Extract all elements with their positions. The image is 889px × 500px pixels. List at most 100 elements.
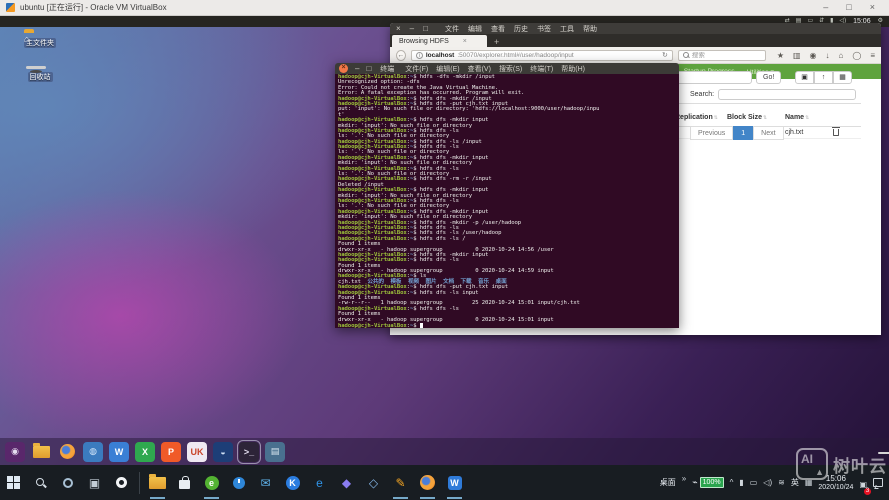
network-icon[interactable]: ≋ [778, 478, 785, 487]
terminal-menu-3[interactable]: 搜索(S) [499, 64, 522, 74]
mail-button[interactable]: ✉ [252, 465, 279, 500]
maximize-icon[interactable]: □ [423, 25, 428, 33]
clock-app-button[interactable] [225, 465, 252, 500]
desktop-toolbar[interactable]: 桌面 [660, 477, 676, 488]
virtualbox-title: ubuntu [正在运行] - Oracle VM VirtualBox [20, 2, 167, 13]
notification-icon[interactable]: ▣ 3 [859, 474, 867, 492]
start-button[interactable] [0, 465, 27, 500]
search-input[interactable] [692, 52, 752, 59]
close-icon[interactable]: × [396, 25, 401, 33]
maximize-icon[interactable]: □ [366, 65, 371, 73]
ime-indicator[interactable]: 英 [791, 477, 799, 488]
url-bar[interactable]: i localhost :50070/explorer.html#/user/h… [411, 50, 673, 61]
wps-presentation-icon[interactable]: P [161, 442, 181, 462]
repair-tool-button[interactable]: ✎ [387, 465, 414, 500]
new-folder-button[interactable]: ▣ [795, 71, 814, 84]
browser-menu-0[interactable]: 文件 [445, 24, 459, 34]
back-button[interactable]: ← [396, 50, 406, 61]
home-icon[interactable]: ⌂ [839, 51, 844, 60]
delete-file-icon[interactable] [833, 129, 839, 136]
firefox-button[interactable] [414, 465, 441, 500]
app-store-icon[interactable]: UK [187, 442, 207, 462]
upload-file-button[interactable]: ↑ [814, 71, 833, 84]
close-button[interactable]: × [870, 3, 875, 12]
account-icon[interactable]: ◯ [852, 51, 861, 60]
minimize-icon[interactable]: – [355, 65, 359, 73]
firefox-icon[interactable] [57, 442, 77, 462]
notification-badge: 3 [864, 488, 871, 495]
cortana-button[interactable] [54, 465, 81, 500]
browser-menu-1[interactable]: 编辑 [468, 24, 482, 34]
column-header-block-size[interactable]: Block Size⇅ [727, 106, 785, 124]
pagination-next[interactable]: Next [753, 126, 783, 140]
files-icon[interactable] [31, 442, 51, 462]
file-link[interactable]: cjh.txt [785, 129, 833, 136]
terminal-line: hadoop@cjh-VirtualBox:~$ [338, 323, 676, 328]
desktop-icon-trash[interactable]: 回收站 [12, 66, 68, 84]
terminal-menu-1[interactable]: 编辑(E) [436, 64, 459, 74]
minimize-button[interactable]: – [823, 3, 828, 12]
browser-menu-6[interactable]: 帮助 [583, 24, 597, 34]
grid-view-button[interactable]: ▦ [833, 71, 852, 84]
microsoft-store-button[interactable] [171, 465, 198, 500]
kuaiya-button[interactable]: K [279, 465, 306, 500]
action-center-icon[interactable] [873, 478, 883, 487]
terminal-icon[interactable]: >_ [239, 442, 259, 462]
file-explorer-button[interactable] [144, 465, 171, 500]
wps-office-button[interactable]: W [441, 465, 468, 500]
volume-icon[interactable]: ◁) [763, 478, 772, 487]
menu-icon[interactable]: ≡ [870, 51, 875, 60]
network-globe-icon[interactable]: ◒ [213, 442, 233, 462]
library-icon[interactable]: ▥ [793, 51, 801, 60]
browser-menu-5[interactable]: 工具 [560, 24, 574, 34]
minimize-icon[interactable]: – [410, 25, 414, 33]
pagination-previous[interactable]: Previous [690, 126, 733, 140]
screenshot-icon[interactable]: ◉ [810, 51, 817, 60]
table-search-input[interactable] [718, 89, 856, 100]
microphone-icon[interactable]: ▮ [739, 478, 743, 487]
download-icon[interactable]: ↓ [826, 51, 830, 60]
pagination-page-1[interactable]: 1 [733, 126, 753, 140]
terminal-menu-4[interactable]: 终端(T) [530, 64, 553, 74]
terminal-output[interactable]: hadoop@cjh-VirtualBox:~$ hdfs -dfs -mkdi… [335, 74, 679, 328]
column-header-name[interactable]: Name⇅ [785, 106, 833, 124]
terminal-menu-0[interactable]: 文件(F) [405, 64, 428, 74]
software-center-icon[interactable]: ◍ [83, 442, 103, 462]
wps-spreadsheets-icon[interactable]: X [135, 442, 155, 462]
column-header-replication[interactable]: Replication⇅ [675, 106, 727, 124]
terminal-menu-2[interactable]: 查看(V) [468, 64, 491, 74]
wps-writer-icon[interactable]: W [109, 442, 129, 462]
app-purple-button[interactable]: ◆ [333, 465, 360, 500]
touchpad-icon[interactable]: ▭ [750, 478, 758, 487]
tab-close-icon[interactable]: × [463, 38, 467, 45]
bookmark-star-icon[interactable]: ★ [777, 51, 784, 60]
reload-icon[interactable]: ↻ [662, 51, 668, 59]
new-tab-button[interactable]: + [487, 37, 506, 47]
browser-search-field[interactable] [678, 50, 766, 61]
maximize-button[interactable]: □ [846, 3, 851, 12]
taskbar-clock[interactable]: 15:06 2020/10/24 [818, 474, 853, 492]
3d-viewer-button[interactable]: ◇ [360, 465, 387, 500]
touch-keyboard-icon[interactable]: ▦ [805, 478, 813, 487]
battery-indicator[interactable]: ⌁ 100% [692, 477, 723, 488]
document-viewer-icon[interactable]: ◉ [5, 442, 25, 462]
system-monitor-icon[interactable]: ▤ [265, 442, 285, 462]
go-button[interactable]: Go! [756, 71, 781, 84]
terminal-title: 终端 [380, 64, 394, 74]
sogou-input-button[interactable] [108, 465, 135, 500]
hidden-icons-chevron[interactable]: ^ [730, 478, 734, 487]
toolbar-chevron-icon[interactable]: » [682, 474, 686, 483]
terminal-menu-5[interactable]: 帮助(H) [561, 64, 585, 74]
360-browser-button[interactable]: e [198, 465, 225, 500]
browser-menu-3[interactable]: 历史 [514, 24, 528, 34]
close-icon[interactable]: × [339, 64, 348, 73]
tab-browsing-hdfs[interactable]: Browsing HDFS × [392, 35, 487, 47]
edge-button[interactable]: e [306, 465, 333, 500]
task-view-button[interactable]: ▣ [81, 465, 108, 500]
browser-menu-4[interactable]: 书签 [537, 24, 551, 34]
browser-menu-2[interactable]: 查看 [491, 24, 505, 34]
sort-icon: ⇅ [714, 115, 718, 121]
desktop-icon-home-folder[interactable]: 主文件夹 [12, 32, 68, 50]
site-info-icon[interactable]: i [416, 52, 423, 59]
search-button[interactable] [27, 465, 54, 500]
